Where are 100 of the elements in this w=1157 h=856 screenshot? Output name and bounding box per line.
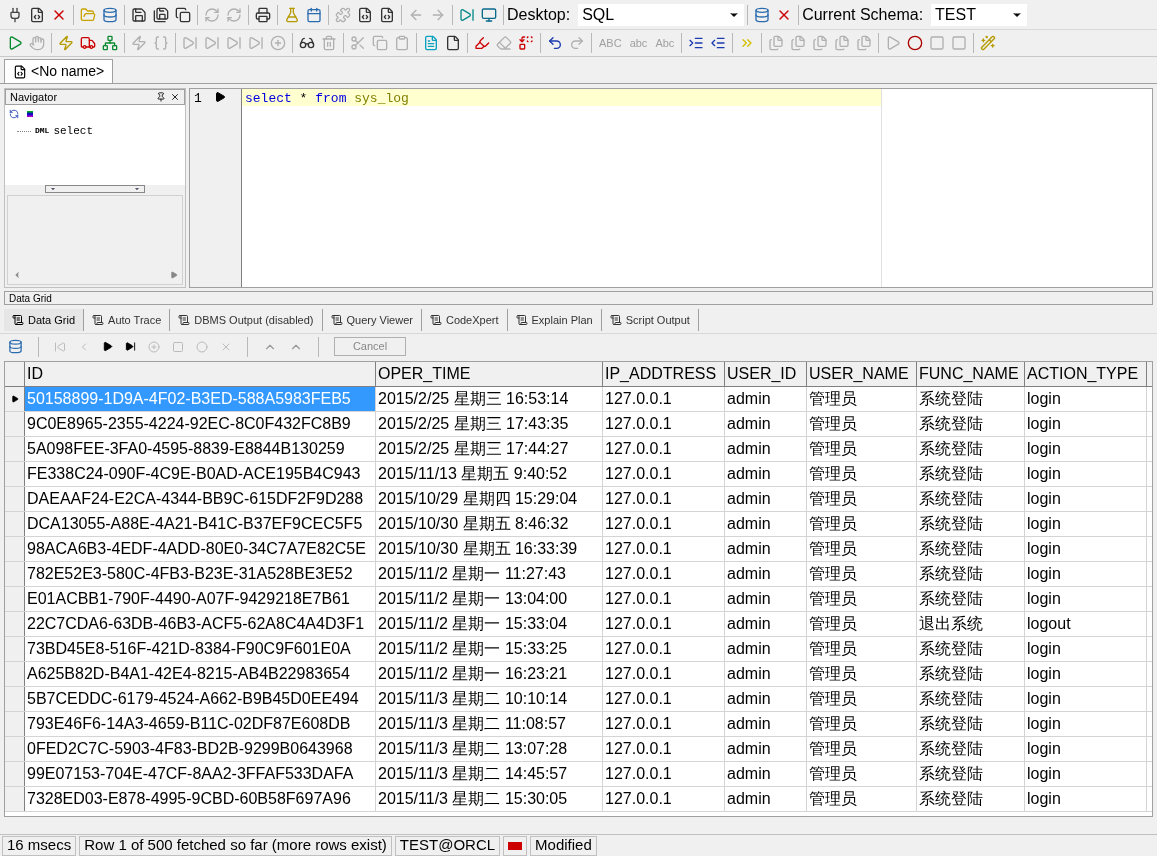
table-cell: admin — [725, 637, 807, 661]
document-icon — [515, 314, 528, 326]
splitter-handle[interactable] — [45, 185, 145, 193]
result-tab[interactable]: Script Output — [601, 309, 699, 331]
lightning-icon — [58, 35, 74, 51]
table-cell: 系统登陆 — [917, 787, 1025, 811]
result-tab[interactable]: CodeXpert — [421, 309, 508, 331]
table-cell: 管理员 — [807, 737, 917, 761]
glasses-icon — [299, 35, 315, 51]
row-marker[interactable] — [5, 462, 25, 486]
row-marker[interactable] — [5, 737, 25, 761]
row-marker[interactable] — [5, 587, 25, 611]
step-icon — [459, 6, 475, 23]
table-cell: DAEAAF24-E2CA-4344-BB9C-615DF2F9D288 — [25, 487, 376, 511]
table-cell: login — [1025, 587, 1147, 611]
navigator-title: Navigator — [10, 89, 58, 105]
column-header[interactable]: OPER_TIME — [376, 362, 603, 386]
table-cell: 5B7CEDDC-6179-4524-A662-B9B45D0EE494 — [25, 687, 376, 711]
column-header[interactable]: ACTION_TYPE — [1025, 362, 1147, 386]
result-tab[interactable]: Explain Plan — [507, 309, 602, 331]
row-marker[interactable] — [5, 562, 25, 586]
printer-icon — [255, 6, 271, 23]
play-icon — [885, 35, 902, 51]
table-cell: 127.0.0.1 — [603, 587, 725, 611]
table-cell: 127.0.0.1 — [603, 512, 725, 536]
table-cell: 管理员 — [807, 437, 917, 461]
table-cell: 管理员 — [807, 462, 917, 486]
folder-icon — [80, 6, 96, 23]
refresh-icon — [226, 6, 242, 23]
result-tab[interactable]: Auto Trace — [84, 309, 171, 331]
scroll-right-icon[interactable] — [170, 271, 178, 279]
scroll-left-icon[interactable] — [12, 270, 22, 280]
caret-icon — [134, 186, 140, 192]
table-cell: admin — [725, 612, 807, 636]
table-cell: admin — [725, 512, 807, 536]
plus-icon — [148, 340, 160, 353]
table-cell: 127.0.0.1 — [603, 687, 725, 711]
row-marker[interactable] — [5, 637, 25, 661]
document-icon — [429, 314, 442, 326]
document-tab[interactable]: <No name> — [4, 59, 114, 83]
next-record-icon — [102, 341, 113, 352]
result-tab[interactable]: Data Grid — [4, 309, 85, 331]
table-cell: login — [1025, 487, 1147, 511]
color-bar-icon — [27, 111, 33, 117]
table-cell: 2015/10/30 星期五 8:46:32 — [376, 512, 603, 536]
table-cell: 2015/11/2 星期一 11:27:43 — [376, 562, 603, 586]
row-marker[interactable] — [5, 412, 25, 436]
table-cell: 2015/11/3 星期二 15:30:05 — [376, 787, 603, 811]
document-icon — [609, 314, 622, 326]
row-marker[interactable] — [5, 762, 25, 786]
circle-icon — [196, 340, 208, 353]
save-icon — [131, 6, 147, 23]
pages-icon — [768, 35, 785, 51]
column-header[interactable]: USER_ID — [725, 362, 807, 386]
table-cell: 系统登陆 — [917, 512, 1025, 536]
desktop-dropdown[interactable]: SQL — [578, 3, 745, 26]
navigator-item[interactable]: DML select — [9, 123, 181, 140]
column-header[interactable]: FUNC_NAME — [917, 362, 1025, 386]
table-cell: login — [1025, 562, 1147, 586]
table-cell: 管理员 — [807, 687, 917, 711]
table-cell: admin — [725, 787, 807, 811]
row-marker[interactable] — [5, 612, 25, 636]
row-marker[interactable] — [5, 687, 25, 711]
row-marker[interactable] — [5, 437, 25, 461]
table-cell: 98ACA6B3-4EDF-4ADD-80E0-34C7A7E82C5E — [25, 537, 376, 561]
document-icon — [13, 64, 27, 79]
pages-icon — [790, 35, 807, 51]
table-cell: 2015/11/2 星期一 15:33:25 — [376, 637, 603, 661]
table-cell: 系统登陆 — [917, 737, 1025, 761]
panel-title: Data Grid — [9, 291, 52, 306]
table-cell: 管理员 — [807, 612, 917, 636]
column-header[interactable]: USER_NAME — [807, 362, 917, 386]
first-record-icon — [54, 340, 66, 353]
database-icon — [754, 6, 771, 23]
table-cell: DCA13055-A88E-4A21-B41C-B37EF9CEC5F5 — [25, 512, 376, 536]
table-cell: 0FED2C7C-5903-4F83-BD2B-9299B0643968 — [25, 737, 376, 761]
row-marker[interactable] — [5, 537, 25, 561]
table-cell: admin — [725, 687, 807, 711]
column-header[interactable]: IP_ADDTRESS — [603, 362, 725, 386]
column-header[interactable]: ID — [25, 362, 376, 386]
editor[interactable]: 1 select * from sys_log — [189, 88, 1153, 288]
row-marker[interactable] — [5, 387, 25, 411]
table-cell: admin — [725, 437, 807, 461]
table-cell: 2015/10/29 星期四 15:29:04 — [376, 487, 603, 511]
schema-dropdown[interactable]: TEST — [931, 3, 1028, 26]
row-marker[interactable] — [5, 712, 25, 736]
stop-icon — [951, 35, 968, 51]
row-marker[interactable] — [5, 512, 25, 536]
copy-icon — [372, 35, 388, 51]
result-tab[interactable]: Query Viewer — [322, 309, 422, 331]
last-record-icon — [125, 341, 136, 352]
row-marker[interactable] — [5, 787, 25, 811]
table-cell: login — [1025, 787, 1147, 811]
result-tab[interactable]: DBMS Output (disabled) — [170, 309, 323, 331]
table-cell: 管理员 — [807, 387, 917, 411]
refresh-icon — [9, 109, 19, 119]
row-marker[interactable] — [5, 662, 25, 686]
row-marker[interactable] — [5, 487, 25, 511]
table-cell: login — [1025, 537, 1147, 561]
table-cell: 2015/2/25 星期三 17:43:35 — [376, 412, 603, 436]
